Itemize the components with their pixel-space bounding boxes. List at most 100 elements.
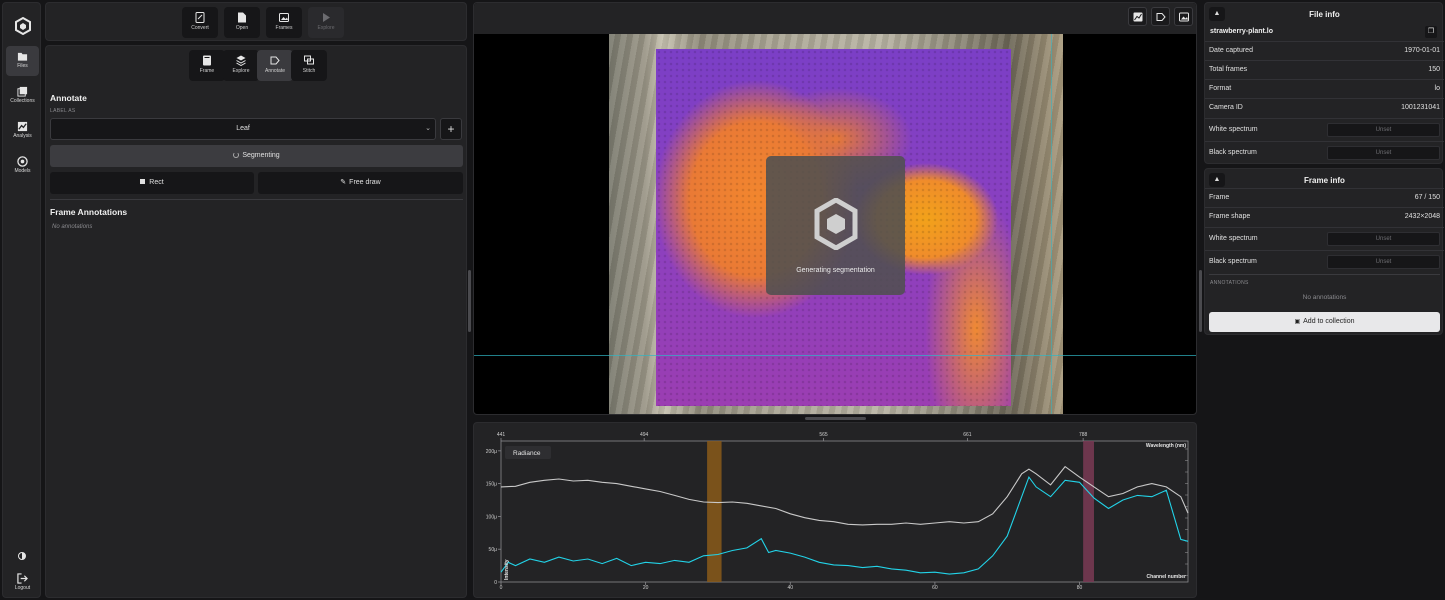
x-tick-label: 20 — [643, 585, 649, 591]
frame-info-title: Frame info — [1304, 176, 1345, 185]
segmenting-label: Segmenting — [242, 152, 280, 159]
info-row-white-spectrum: White spectrum Unset — [1205, 118, 1444, 141]
mode-frame-button[interactable]: Frame — [189, 50, 225, 81]
mode-annotate-label: Annotate — [264, 68, 286, 74]
file-info-title: File info — [1309, 10, 1340, 19]
black-spectrum-field[interactable]: Unset — [1327, 146, 1440, 160]
tag-icon — [270, 56, 280, 65]
open-button[interactable]: Open — [224, 7, 260, 38]
label-select[interactable]: Leaf ⌄ — [50, 118, 436, 140]
y-tick-label: 150μ — [486, 482, 497, 488]
divider — [50, 199, 463, 200]
white-spectrum-field[interactable]: Unset — [1327, 232, 1440, 246]
no-annotations-text: No annotations — [1302, 294, 1347, 301]
black-spectrum-field[interactable]: Unset — [1327, 255, 1440, 269]
convert-icon — [195, 12, 205, 23]
white-spectrum-field[interactable]: Unset — [1327, 123, 1440, 137]
generating-segmentation-overlay: Generating segmentation — [766, 156, 905, 295]
row-key: White spectrum — [1209, 126, 1258, 133]
theme-toggle[interactable] — [17, 548, 27, 560]
explore-button[interactable]: Explore — [308, 7, 344, 38]
pen-icon: ✎ — [340, 179, 347, 186]
mode-explore-button[interactable]: Explore — [223, 50, 259, 81]
top-axis-label: Wavelength (nm) — [1146, 443, 1186, 449]
annotations-caption: ANNOTATIONS — [1210, 280, 1249, 286]
file-toolbar: Convert Open Frames Explore — [45, 2, 467, 41]
models-icon — [17, 156, 28, 167]
highlight-band — [707, 441, 722, 582]
layers-icon — [236, 55, 246, 66]
frames-button[interactable]: Frames — [266, 7, 302, 38]
tag-icon — [1156, 13, 1166, 21]
free-draw-label: Free draw — [349, 179, 381, 186]
logout-button[interactable]: Logout — [6, 568, 39, 598]
crosshair-vertical[interactable] — [1051, 34, 1052, 414]
frames-label: Frames — [275, 25, 293, 31]
book-icon — [203, 55, 211, 66]
document-icon — [238, 12, 246, 23]
add-to-collection-button[interactable]: ▣ Add to collection — [1209, 312, 1440, 332]
convert-label: Convert — [191, 25, 209, 31]
annotate-title: Annotate — [50, 93, 87, 103]
left-panel-resize-handle[interactable] — [468, 270, 471, 332]
image-icon — [1178, 12, 1189, 22]
y-tick-label: 0 — [494, 580, 497, 586]
mode-stitch-button[interactable]: Stitch — [291, 50, 327, 81]
mode-stitch-label: Stitch — [302, 68, 316, 74]
app-logo-icon — [15, 17, 31, 35]
segmenting-button[interactable]: Segmenting — [50, 145, 463, 167]
rail-item-collections[interactable]: Collections — [6, 81, 39, 111]
top-tick-label: 661 — [963, 432, 972, 438]
crosshair-horizontal[interactable] — [474, 355, 1196, 356]
viewer-toolbar — [474, 3, 1196, 34]
rail-label-analysis: Analysis — [13, 133, 32, 139]
info-row-black-spectrum: Black spectrum Unset — [1205, 250, 1444, 273]
logout-icon — [17, 573, 28, 584]
play-icon — [323, 13, 330, 22]
plus-icon: + — [447, 122, 455, 136]
rail-item-analysis[interactable]: Analysis — [6, 116, 39, 146]
open-label: Open — [235, 25, 249, 31]
y-tick-label: 100μ — [486, 514, 497, 520]
explore-label: Explore — [317, 25, 335, 31]
file-name: strawberry-plant.lo — [1210, 28, 1274, 35]
divider — [1209, 274, 1440, 275]
no-annotations-text: No annotations — [52, 224, 93, 230]
y-axis-label: Intensity — [504, 559, 510, 580]
row-key: Frame shape — [1209, 213, 1251, 220]
image-view-button[interactable] — [1174, 7, 1193, 26]
rail-item-models[interactable]: Models — [6, 151, 39, 181]
file-info-panel: ▲ File info strawberry-plant.lo ❐ Date c… — [1204, 2, 1444, 164]
rail-item-files[interactable]: Files — [6, 46, 39, 76]
generating-segmentation-text: Generating segmentation — [796, 267, 875, 274]
rect-tool-label: Rect — [149, 179, 164, 186]
square-icon — [140, 179, 146, 184]
row-value: lo — [1434, 85, 1440, 92]
spinner-icon — [233, 152, 240, 158]
highlight-band — [1083, 441, 1094, 582]
annotate-panel: Frame Explore Annotate Stitch Annotate L… — [45, 45, 467, 598]
legend-label: Radiance — [513, 450, 541, 457]
rail-label-models: Models — [14, 168, 31, 174]
free-draw-button[interactable]: ✎ Free draw — [258, 172, 463, 194]
info-row-white-spectrum: White spectrum Unset — [1205, 227, 1444, 250]
convert-button[interactable]: Convert — [182, 7, 218, 38]
add-label-button[interactable]: + — [440, 118, 462, 140]
frame-annotations-title: Frame Annotations — [50, 207, 128, 217]
row-key: Format — [1209, 85, 1232, 92]
spectrum-chart[interactable]: 0 50μ 100μ 150μ 200μ 0 20 40 60 80 441 494 565 661 788… — [474, 423, 1198, 599]
x-tick-label: 80 — [1077, 585, 1083, 591]
annotation-view-button[interactable] — [1151, 7, 1170, 26]
contrast-icon — [18, 552, 26, 560]
row-key: Date captured — [1209, 47, 1253, 54]
info-row-total-frames: Total frames 150 — [1205, 60, 1444, 79]
mode-annotate-button[interactable]: Annotate — [257, 50, 293, 81]
mode-explore-label: Explore — [232, 68, 250, 74]
info-row-date: Date captured 1970-01-01 — [1205, 41, 1444, 60]
spectrum-view-button[interactable] — [1128, 7, 1147, 26]
rect-tool-button[interactable]: Rect — [50, 172, 254, 194]
viewer-resize-handle[interactable] — [805, 417, 866, 420]
copy-icon[interactable]: ❐ — [1425, 26, 1437, 38]
chart-icon — [1133, 12, 1142, 22]
right-panel-resize-handle[interactable] — [1199, 270, 1202, 332]
